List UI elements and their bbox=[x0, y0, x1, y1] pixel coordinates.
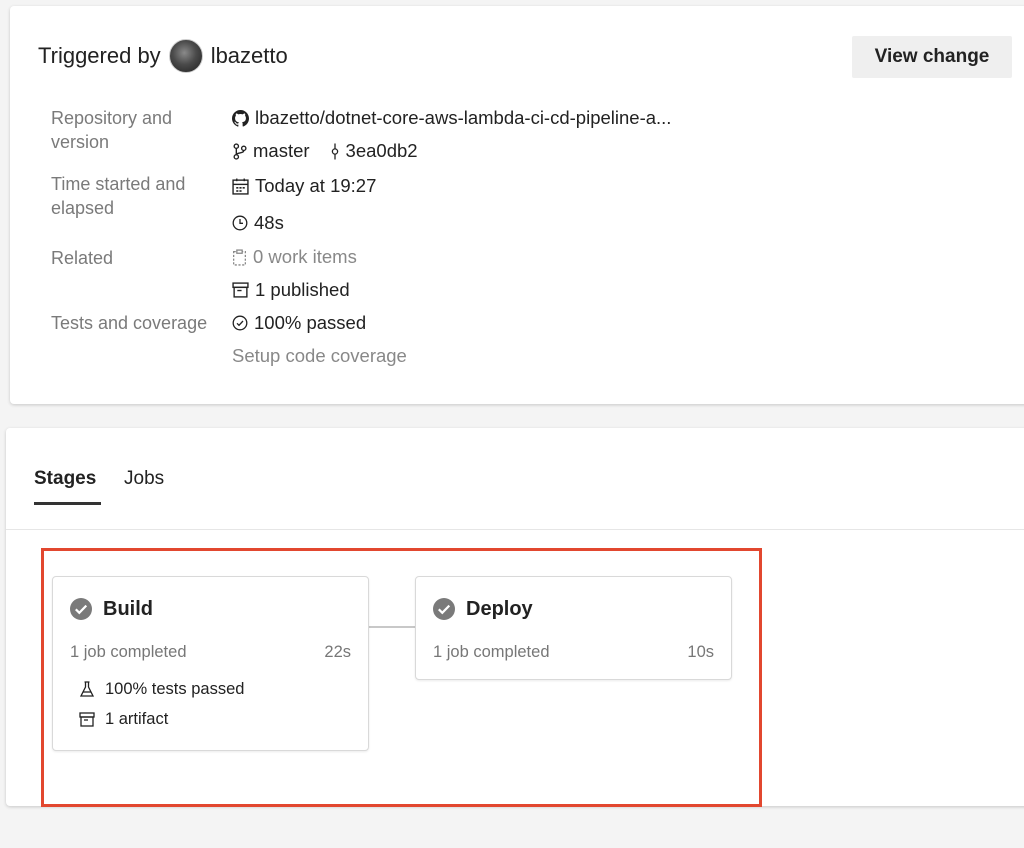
stage-duration: 10s bbox=[687, 643, 714, 661]
success-check-icon bbox=[433, 598, 455, 620]
repository-label: Repository and version bbox=[51, 108, 173, 152]
repository-value[interactable]: lbazetto/dotnet-core-aws-lambda-ci-cd-pi… bbox=[232, 107, 671, 129]
commit-id[interactable]: 3ea0db2 bbox=[346, 140, 418, 162]
version-value: master 3ea0db2 bbox=[232, 140, 418, 162]
work-items-value[interactable]: 0 work items bbox=[232, 246, 357, 268]
stage-meta: 1 job completed 22s bbox=[70, 643, 351, 662]
stage-title: Deploy bbox=[432, 597, 533, 621]
branch-icon bbox=[233, 142, 247, 160]
stage-jobs-status: 1 job completed bbox=[433, 643, 550, 661]
published-value[interactable]: 1 published bbox=[232, 279, 350, 301]
repository-name: lbazetto/dotnet-core-aws-lambda-ci-cd-pi… bbox=[255, 107, 672, 128]
stage-tests[interactable]: 100% tests passed bbox=[79, 680, 244, 699]
time-label: Time started and elapsed bbox=[51, 174, 186, 218]
calendar-icon bbox=[232, 178, 249, 195]
commit-icon bbox=[331, 143, 338, 159]
tests-label: Tests and coverage bbox=[51, 313, 208, 333]
artifact-icon bbox=[79, 712, 95, 727]
avatar[interactable] bbox=[168, 39, 203, 73]
tests-value[interactable]: 100% passed bbox=[232, 312, 366, 334]
view-change-button[interactable]: View change bbox=[852, 36, 1012, 78]
clipboard-icon bbox=[233, 248, 246, 266]
stage-name: Build bbox=[103, 597, 153, 620]
stage-connector bbox=[369, 626, 415, 628]
related-label: Related bbox=[51, 248, 114, 268]
elapsed-value: 48s bbox=[232, 212, 284, 234]
triggered-by-label: Triggered by bbox=[38, 43, 161, 68]
published-count: 1 published bbox=[255, 279, 350, 300]
tab-stages[interactable]: Stages bbox=[34, 468, 96, 490]
github-icon bbox=[232, 109, 249, 127]
stages-card: Stages Jobs Build 1 job completed 22s 10… bbox=[6, 428, 1024, 807]
setup-coverage-link[interactable]: Setup code coverage bbox=[232, 345, 407, 367]
branch-name[interactable]: master bbox=[253, 140, 310, 162]
stage-card-build[interactable]: Build 1 job completed 22s 100% tests pas… bbox=[52, 576, 369, 751]
success-check-icon bbox=[70, 598, 92, 620]
work-items-count: 0 work items bbox=[253, 246, 357, 267]
clock-icon bbox=[232, 215, 248, 231]
tests-passed: 100% passed bbox=[254, 312, 367, 333]
stage-duration: 22s bbox=[324, 643, 351, 661]
check-circle-icon bbox=[232, 315, 248, 331]
started-value: Today at 19:27 bbox=[232, 175, 376, 197]
flask-icon bbox=[79, 681, 95, 697]
artifact-icon bbox=[232, 282, 249, 298]
started-time: Today at 19:27 bbox=[255, 175, 377, 196]
tab-divider bbox=[6, 529, 1024, 530]
stage-card-deploy[interactable]: Deploy 1 job completed 10s bbox=[415, 576, 732, 680]
stage-jobs-status: 1 job completed bbox=[70, 643, 187, 661]
elapsed-time: 48s bbox=[254, 212, 284, 233]
stage-name: Deploy bbox=[466, 597, 533, 620]
stage-artifacts[interactable]: 1 artifact bbox=[79, 710, 168, 729]
run-summary-card: Triggered by lbazetto View change Reposi… bbox=[10, 6, 1024, 404]
tab-jobs[interactable]: Jobs bbox=[124, 468, 164, 490]
stage-meta: 1 job completed 10s bbox=[433, 643, 714, 662]
user-name[interactable]: lbazetto bbox=[211, 43, 288, 69]
active-tab-indicator bbox=[34, 502, 101, 505]
triggered-by: Triggered by lbazetto bbox=[38, 39, 288, 73]
stage-tests-label: 100% tests passed bbox=[105, 680, 245, 698]
stage-artifacts-label: 1 artifact bbox=[105, 710, 169, 728]
stage-title: Build bbox=[69, 597, 153, 621]
